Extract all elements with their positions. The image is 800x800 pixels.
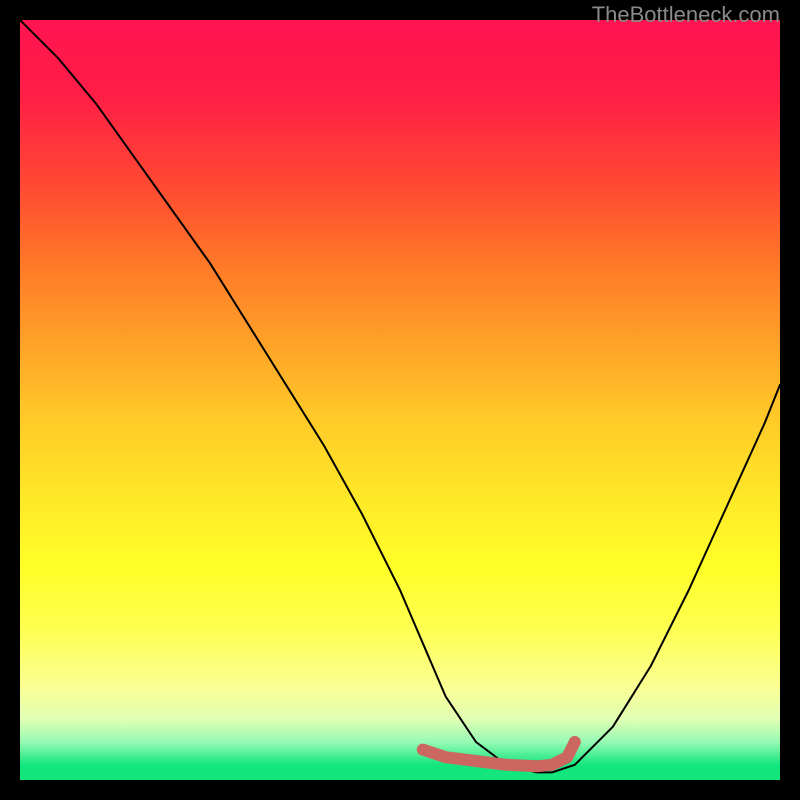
bottleneck-curve-line	[20, 20, 780, 772]
chart-container: TheBottleneck.com	[0, 0, 800, 800]
chart-svg	[20, 20, 780, 780]
optimal-zone-line	[423, 742, 575, 766]
plot-area	[20, 20, 780, 780]
watermark-text: TheBottleneck.com	[592, 2, 780, 28]
